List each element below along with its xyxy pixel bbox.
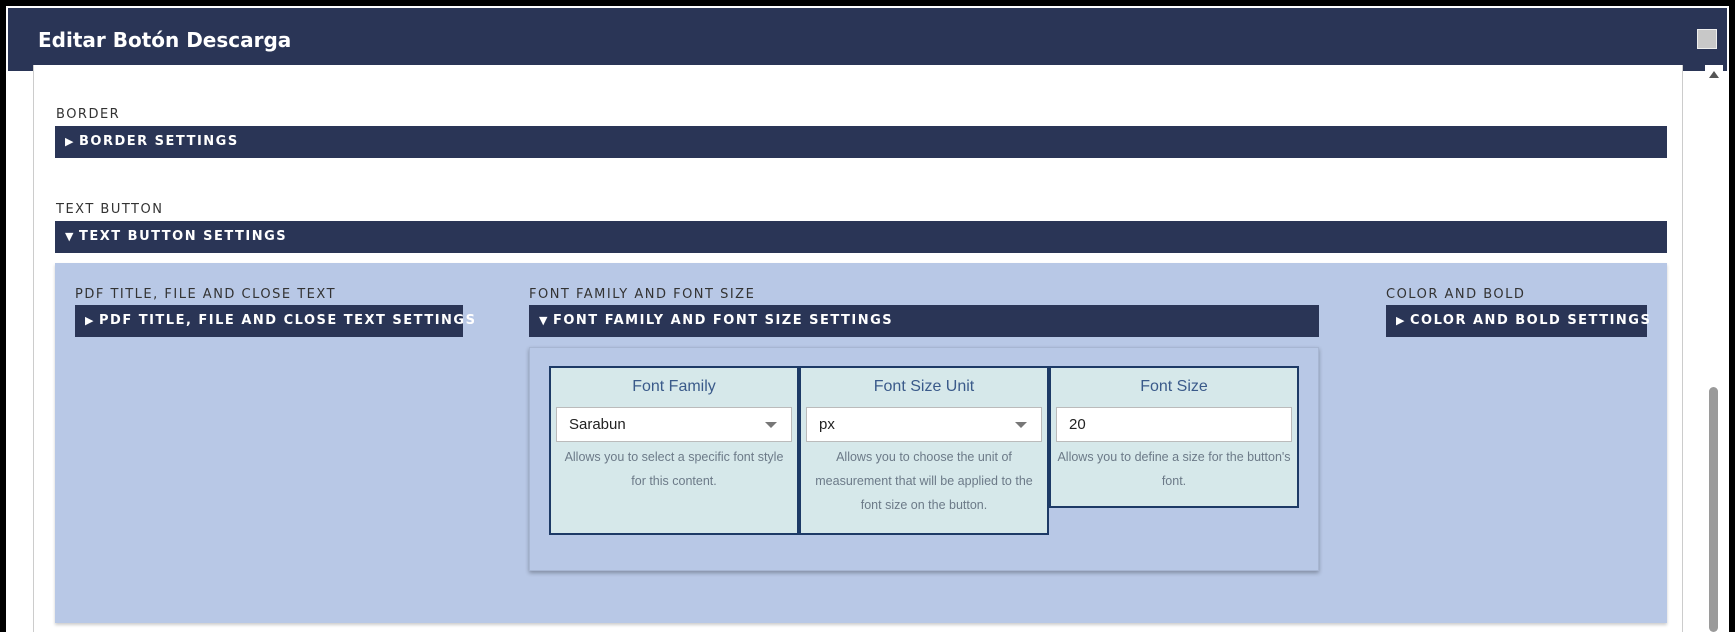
font-size-card: Font Size 20 Allows you to define a size…	[1049, 366, 1299, 508]
font-size-unit-select[interactable]: px	[806, 407, 1042, 442]
close-button[interactable]	[1697, 29, 1717, 49]
color-settings-header[interactable]: ▶ COLOR AND BOLD SETTINGS	[1386, 305, 1650, 337]
color-settings-label: COLOR AND BOLD SETTINGS	[1410, 313, 1652, 328]
font-size-unit-help: Allows you to choose the unit of measure…	[815, 450, 1033, 512]
border-settings-header[interactable]: ▶ BORDER SETTINGS	[55, 126, 1667, 158]
dialog-title: Editar Botón Descarga	[38, 28, 292, 52]
pdf-subsection-label: PDF TITLE, FILE AND CLOSE TEXT	[75, 287, 337, 302]
font-size-unit-title: Font Size Unit	[873, 378, 975, 395]
expanded-arrow-icon: ▼	[539, 314, 549, 327]
collapsed-arrow-icon: ▶	[1396, 314, 1406, 327]
pdf-settings-label: PDF TITLE, FILE AND CLOSE TEXT SETTINGS	[99, 313, 477, 328]
border-settings-label: BORDER SETTINGS	[79, 134, 239, 149]
font-family-card: Font Family Sarabun Allows you to select…	[549, 366, 799, 535]
collapsed-arrow-icon: ▶	[65, 135, 75, 148]
font-settings-header[interactable]: ▼ FONT FAMILY AND FONT SIZE SETTINGS	[529, 305, 1319, 337]
dialog-titlebar: Editar Botón Descarga	[8, 8, 1727, 71]
font-size-unit-card: Font Size Unit px Allows you to choose t…	[799, 366, 1049, 535]
color-subsection-label: COLOR AND BOLD	[1386, 287, 1526, 302]
font-family-help: Allows you to select a specific font sty…	[564, 450, 784, 488]
vertical-scrollbar[interactable]	[1705, 65, 1723, 632]
font-size-title: Font Size	[1140, 378, 1208, 395]
border-section-label: BORDER	[56, 107, 121, 122]
scroll-thumb[interactable]	[1709, 387, 1718, 632]
pdf-settings-header[interactable]: ▶ PDF TITLE, FILE AND CLOSE TEXT SETTINGS	[75, 305, 475, 337]
font-settings-label: FONT FAMILY AND FONT SIZE SETTINGS	[553, 313, 894, 328]
font-size-value: 20	[1069, 416, 1086, 433]
text-button-settings-header[interactable]: ▼ TEXT BUTTON SETTINGS	[55, 221, 1667, 253]
chevron-down-icon	[765, 422, 777, 428]
expanded-arrow-icon: ▼	[65, 230, 75, 243]
text-button-settings-label: TEXT BUTTON SETTINGS	[79, 229, 288, 244]
font-size-help: Allows you to define a size for the butt…	[1057, 450, 1291, 488]
chevron-down-icon	[1015, 422, 1027, 428]
font-subsection-label: FONT FAMILY AND FONT SIZE	[529, 287, 756, 302]
font-family-title: Font Family	[632, 378, 716, 395]
font-size-input[interactable]: 20	[1056, 407, 1292, 442]
font-family-select[interactable]: Sarabun	[556, 407, 792, 442]
font-family-value: Sarabun	[569, 416, 626, 433]
font-size-unit-value: px	[819, 416, 835, 433]
text-button-section-label: TEXT BUTTON	[56, 202, 164, 217]
collapsed-arrow-icon: ▶	[85, 314, 95, 327]
scroll-up-icon[interactable]	[1709, 71, 1719, 78]
